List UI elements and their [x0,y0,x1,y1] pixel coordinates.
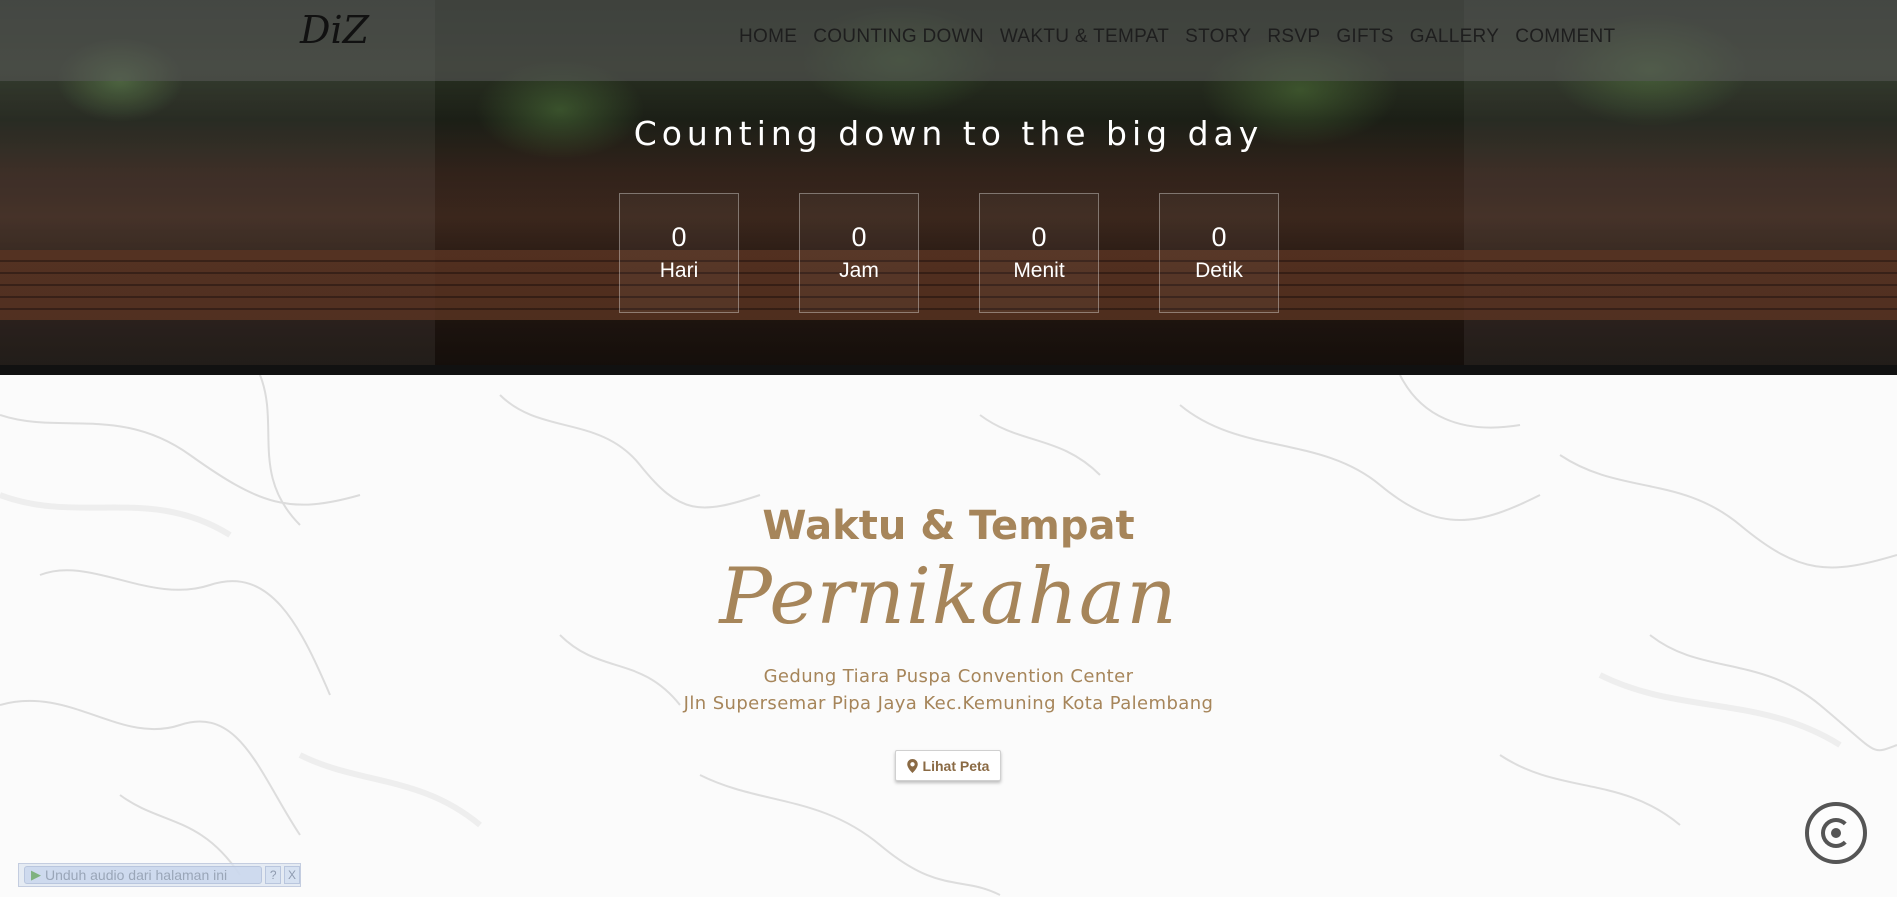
nav-home[interactable]: HOME [739,26,797,48]
view-map-button[interactable]: Lihat Peta [895,750,1001,781]
brand-logo[interactable]: DiZ [300,8,369,52]
nav-counting-down[interactable]: COUNTING DOWN [813,26,984,48]
countdown-days: 0 Hari [619,193,739,313]
map-marker-icon [906,758,918,773]
nav-story[interactable]: STORY [1185,26,1251,48]
close-button[interactable]: X [284,866,300,884]
section-subheading-script: Pernikahan [719,552,1178,642]
countdown-label: Detik [1195,259,1243,282]
floor-shadow [0,365,1897,375]
play-icon: ▶ [31,867,41,882]
nav-gallery[interactable]: GALLERY [1410,26,1499,48]
countdown-label: Hari [659,259,699,282]
download-audio-button[interactable]: ▶ Unduh audio dari halaman ini [24,866,263,884]
countdown-hours: 0 Jam [799,193,919,313]
nav-waktu-tempat[interactable]: WAKTU & TEMPAT [1000,26,1169,48]
music-toggle-dot [1831,828,1841,838]
countdown-label: Jam [839,259,879,282]
countdown-title: Counting down to the big day [633,114,1264,153]
countdown-seconds: 0 Detik [1159,193,1279,313]
help-button[interactable]: ? [265,866,282,884]
venue-name: Gedung Tiara Puspa Convention Center [763,666,1134,687]
nav-comment[interactable]: COMMENT [1515,26,1615,48]
nav-rsvp[interactable]: RSVP [1267,26,1320,48]
top-navbar: DiZ HOME COUNTING DOWN WAKTU & TEMPAT ST… [0,0,1897,81]
countdown-value: 0 [1031,222,1047,252]
audio-download-bar: ▶ Unduh audio dari halaman ini ? X [18,863,301,887]
nav-gifts[interactable]: GIFTS [1336,26,1393,48]
nav-menu: HOME COUNTING DOWN WAKTU & TEMPAT STORY … [739,26,1615,48]
venue-address: Jln Supersemar Pipa Jaya Kec.Kemuning Ko… [683,693,1214,714]
countdown-label: Menit [1013,259,1065,282]
music-toggle-button[interactable] [1805,802,1867,864]
bench-backdrop [0,250,1897,320]
view-map-label: Lihat Peta [922,757,990,774]
countdown-value: 0 [671,222,687,252]
section-heading: Waktu & Tempat [762,503,1135,549]
countdown-minutes: 0 Menit [979,193,1099,313]
countdown-value: 0 [1211,222,1227,252]
countdown-value: 0 [851,222,867,252]
download-audio-label: Unduh audio dari halaman ini [45,867,228,883]
